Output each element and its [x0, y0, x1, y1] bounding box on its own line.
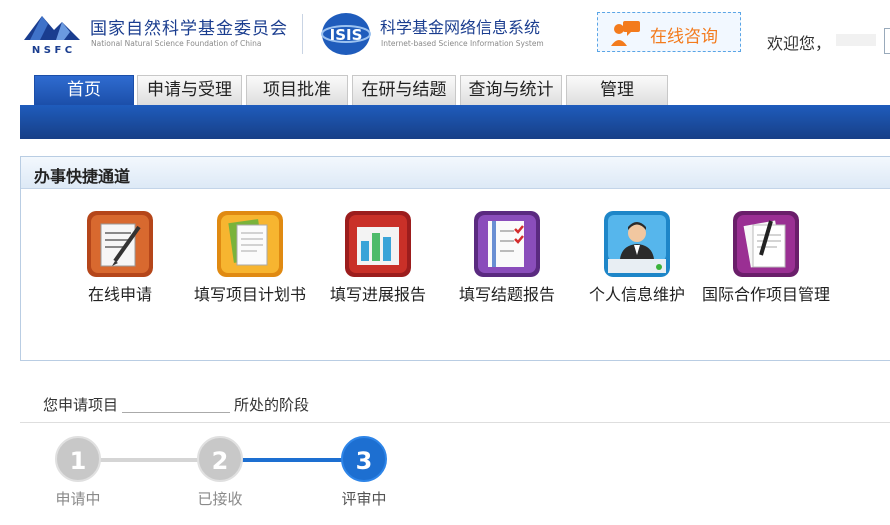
quick-online-apply-label: 在线申请: [87, 285, 152, 304]
quick-personal-info-label: 个人信息维护: [588, 285, 685, 304]
page-header: N S F C 国家自然科学基金委员会 National Natural Sci…: [0, 0, 890, 72]
step-track-2-3: [240, 458, 342, 462]
final-report-icon: [474, 211, 540, 277]
nsfc-logo-text: N S F C: [32, 45, 72, 56]
chat-person-icon: [611, 21, 640, 46]
user-dropdown[interactable]: [884, 28, 890, 54]
project-plan-icon: [217, 211, 283, 277]
stage-description: 您申请项目 所处的阶段: [43, 394, 309, 415]
username-masked: [836, 34, 876, 46]
panel-header: 办事快捷通道: [21, 157, 890, 189]
system-name-en: Internet-based Science Information Syste…: [381, 39, 544, 48]
header-divider: [302, 14, 303, 54]
quick-final-report[interactable]: 填写结题报告: [442, 209, 572, 329]
step-track-1-2: [100, 458, 200, 462]
stage-prefix: 您申请项目: [43, 396, 119, 414]
nav-bar: [20, 105, 890, 139]
online-apply-icon: [87, 211, 153, 277]
personal-info-icon: [604, 211, 670, 277]
isis-logo-icon[interactable]: ISIS: [320, 10, 372, 58]
quick-personal-info[interactable]: 个人信息维护: [572, 209, 702, 329]
online-consult-label: 在线咨询: [650, 27, 718, 47]
step-1-circle: 1: [55, 436, 101, 482]
system-name-cn: 科学基金网络信息系统: [380, 18, 541, 37]
org-name-en: National Natural Science Foundation of C…: [91, 39, 262, 48]
nsfc-logo-icon[interactable]: N S F C: [20, 10, 84, 56]
quick-project-plan[interactable]: 填写项目计划书: [185, 209, 315, 329]
progress-report-icon: [345, 211, 411, 277]
quick-progress-report[interactable]: 填写进展报告: [313, 209, 443, 329]
tab-ongoing-closing[interactable]: 在研与结题: [352, 75, 456, 105]
intl-cooperation-icon: [733, 211, 799, 277]
section-separator: [20, 422, 890, 423]
project-name-masked: [122, 395, 231, 413]
quick-project-plan-label: 填写项目计划书: [193, 285, 306, 304]
org-name-cn: 国家自然科学基金委员会: [90, 19, 288, 39]
quick-progress-report-label: 填写进展报告: [329, 285, 426, 304]
welcome-text: 欢迎您，: [767, 34, 832, 53]
tab-home[interactable]: 首页: [34, 75, 134, 106]
panel-title: 办事快捷通道: [34, 167, 131, 186]
online-consult-button[interactable]: 在线咨询: [597, 12, 741, 52]
quick-final-report-label: 填写结题报告: [458, 285, 555, 304]
isis-logo-text: ISIS: [330, 26, 363, 44]
tab-apply-accept[interactable]: 申请与受理: [137, 75, 242, 105]
tab-query-stats[interactable]: 查询与统计: [460, 75, 562, 105]
quick-online-apply[interactable]: 在线申请: [55, 209, 185, 329]
tab-manage[interactable]: 管理: [566, 75, 668, 105]
step-2-label: 已接收: [197, 490, 243, 508]
step-2-circle: 2: [197, 436, 243, 482]
step-3-label: 评审中: [341, 490, 387, 508]
main-nav: 首页 申请与受理 项目批准 在研与结题 查询与统计 管理: [0, 72, 890, 139]
step-3-circle: 3: [341, 436, 387, 482]
quick-intl-cooperation-label: 国际合作项目管理: [701, 285, 830, 304]
stage-suffix: 所处的阶段: [234, 396, 310, 414]
quick-access-panel: 办事快捷通道 在线申请 填写项目计划书 填写进展报告 填写结题报告 个人信息维护…: [20, 156, 890, 361]
tab-project-approval[interactable]: 项目批准: [246, 75, 348, 105]
step-1-label: 申请中: [55, 490, 101, 508]
quick-intl-cooperation[interactable]: 国际合作项目管理: [701, 209, 831, 329]
